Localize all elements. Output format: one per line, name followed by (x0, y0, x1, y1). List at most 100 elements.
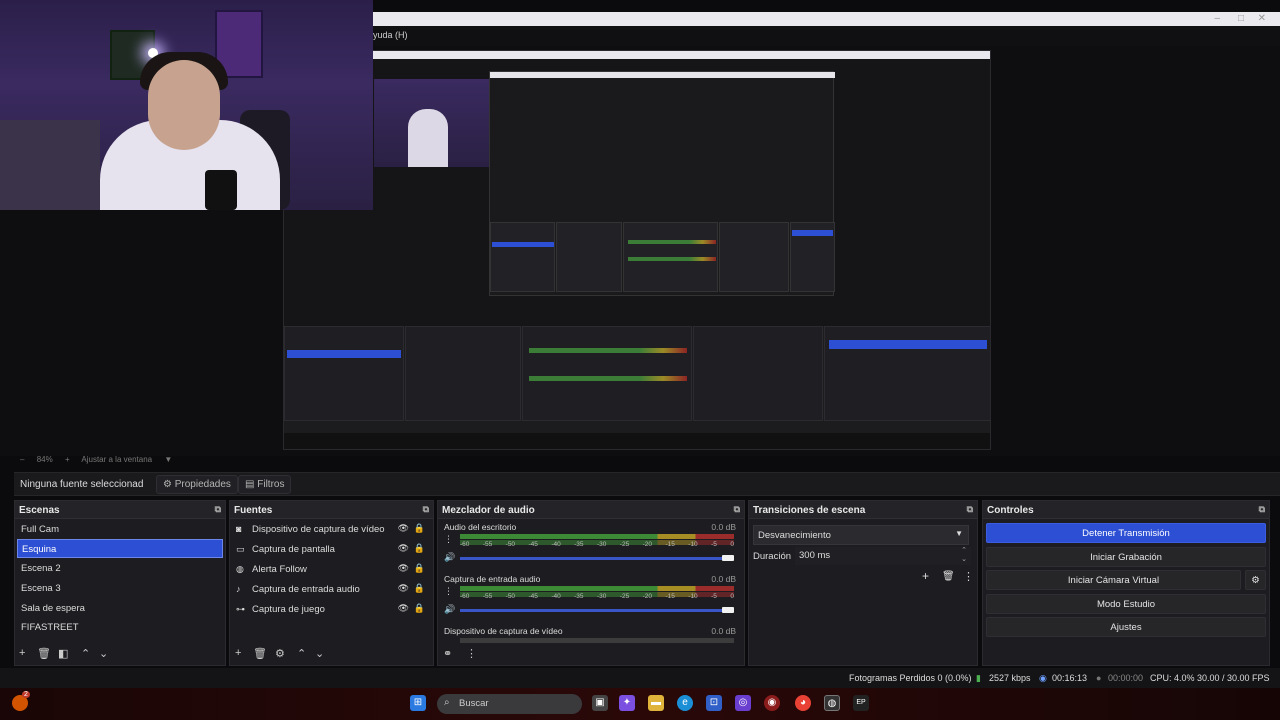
scenes-dock: Escenas ⧉ Full Cam Esquina Escena 2 Escen… (14, 500, 226, 666)
transition-select[interactable]: Desvanecimiento ▼ (753, 525, 969, 545)
chevron-down-icon[interactable]: ⌄ (315, 647, 324, 660)
properties-button[interactable]: ⚙ Propiedades (156, 475, 238, 494)
add-icon[interactable]: + (922, 569, 929, 583)
app-icon[interactable]: ◉ (764, 695, 780, 711)
dock-float-icon[interactable]: ⧉ (423, 504, 429, 515)
volume-slider[interactable] (460, 555, 734, 561)
stop-streaming-button[interactable]: Detener Transmisión (986, 523, 1266, 543)
scene-item[interactable]: Sala de espera (17, 599, 223, 618)
menu-help[interactable]: yuda (H) (373, 30, 408, 40)
eye-icon[interactable]: 👁 (398, 543, 409, 554)
webcam-overlay (0, 0, 373, 210)
lock-icon[interactable]: 🔒 (414, 583, 425, 594)
minimize-icon[interactable]: – (1214, 13, 1220, 24)
fps: 30.00 / 30.00 FPS (1197, 673, 1270, 683)
taskbar-search[interactable]: ⌕ Buscar (437, 694, 582, 714)
globe-icon: ◍ (236, 564, 244, 574)
slider-knob[interactable] (722, 555, 734, 561)
scene-item[interactable]: FIFASTREET (17, 618, 223, 637)
eye-icon[interactable]: 👁 (398, 563, 409, 574)
scene-item-selected[interactable]: Esquina (17, 539, 223, 558)
record-icon: ● (1096, 673, 1102, 683)
eye-icon[interactable]: 👁 (398, 523, 409, 534)
trash-icon[interactable]: 🗑 (942, 571, 955, 582)
chevron-up-icon[interactable]: ⌃ (297, 647, 306, 660)
chrome-icon[interactable]: ◕ (795, 695, 811, 711)
close-icon[interactable]: ✕ (1258, 13, 1266, 24)
nested-screen-capture (283, 50, 991, 450)
add-icon[interactable]: + (235, 647, 241, 659)
filters-button[interactable]: ▤ Filtros (238, 475, 292, 494)
source-item[interactable]: ♪ Captura de entrada audio 👁 🔒 (232, 580, 431, 599)
dock-float-icon[interactable]: ⧉ (734, 504, 740, 515)
link-icon[interactable]: ⚭ (443, 647, 452, 660)
filters-label: Filtros (257, 479, 285, 490)
epic-games-icon[interactable]: EP (853, 695, 869, 711)
gear-icon[interactable]: ⚙ (1245, 570, 1266, 590)
kebab-icon[interactable]: ⋮ (444, 586, 453, 597)
no-source-label: Ninguna fuente seleccionad (20, 479, 144, 490)
transition-selected: Desvanecimiento (758, 530, 831, 541)
preview-zoom-bar: – 84% + Ajustar a la ventana ▼ (14, 455, 1280, 469)
kebab-icon[interactable]: ⋮ (466, 647, 477, 660)
eye-icon[interactable]: 👁 (398, 583, 409, 594)
chevron-down-icon[interactable]: ⌄ (99, 647, 108, 660)
task-view-icon[interactable]: ▣ (592, 695, 608, 711)
folder-icon[interactable]: ▬ (648, 695, 664, 711)
lock-icon[interactable]: 🔒 (414, 563, 425, 574)
gear-icon[interactable]: ⚙ (275, 647, 285, 660)
settings-button[interactable]: Ajustes (986, 617, 1266, 637)
eye-icon[interactable]: 👁 (398, 603, 409, 614)
mixer-title: Mezclador de audio (442, 505, 535, 516)
zoom-out-button[interactable]: – (20, 455, 24, 464)
start-virtual-camera-button[interactable]: Iniciar Cámara Virtual (986, 570, 1241, 590)
start-recording-button[interactable]: Iniciar Grabación (986, 547, 1266, 567)
source-toolbar: Ninguna fuente seleccionad ⚙ Propiedades… (14, 472, 1280, 496)
kebab-icon[interactable]: ⋮ (444, 534, 453, 545)
controls-dock: Controles ⧉ Detener Transmisión Iniciar G… (982, 500, 1270, 666)
scene-item[interactable]: Escena 2 (17, 559, 223, 578)
obs-icon[interactable]: ◍ (824, 695, 840, 711)
kebab-icon[interactable]: ⋮ (963, 570, 974, 583)
chevron-up-icon[interactable]: ⌃ (961, 546, 967, 554)
store-icon[interactable]: ⊡ (706, 695, 722, 711)
dock-float-icon[interactable]: ⧉ (1259, 504, 1265, 515)
maximize-icon[interactable]: □ (1238, 13, 1244, 24)
copilot-icon[interactable]: ✦ (619, 695, 635, 711)
trash-icon[interactable]: 🗑 (253, 647, 267, 660)
add-icon[interactable]: + (19, 647, 25, 659)
lock-icon[interactable]: 🔒 (414, 543, 425, 554)
windows-start-icon[interactable]: ⊞ (410, 695, 426, 711)
chevron-up-icon[interactable]: ⌃ (81, 647, 90, 660)
slider-knob[interactable] (722, 607, 734, 613)
menu-bar: yuda (H) (373, 26, 1280, 46)
scene-item[interactable]: Escena 3 (17, 579, 223, 598)
dock-float-icon[interactable]: ⧉ (215, 504, 221, 515)
app-icon[interactable]: ◎ (735, 695, 751, 711)
chevron-down-icon[interactable]: ⌄ (961, 555, 967, 563)
filter-icon[interactable]: ◧ (58, 647, 68, 660)
search-icon: ⌕ (444, 697, 450, 708)
source-item[interactable]: ◙ Dispositivo de captura de vídeo 👁 🔒 (232, 520, 431, 539)
chevron-down-icon[interactable]: ▼ (164, 455, 172, 464)
fit-to-window-option[interactable]: Ajustar a la ventana (81, 455, 152, 464)
source-item[interactable]: ⊶ Captura de juego 👁 🔒 (232, 600, 431, 619)
dock-float-icon[interactable]: ⧉ (967, 504, 973, 515)
source-item[interactable]: ▭ Captura de pantalla 👁 🔒 (232, 540, 431, 559)
volume-slider[interactable] (460, 607, 734, 613)
zoom-in-button[interactable]: + (65, 455, 70, 464)
lock-icon[interactable]: 🔒 (414, 523, 425, 534)
scenes-title: Escenas (19, 505, 60, 516)
edge-icon[interactable]: e (677, 695, 693, 711)
duration-spinbox[interactable]: 300 ms ⌃ ⌄ (795, 547, 971, 565)
scene-item[interactable]: Full Cam (17, 520, 223, 539)
channel-name: Dispositivo de captura de vídeo (444, 626, 563, 636)
chevron-down-icon: ▼ (955, 529, 963, 538)
microphone (205, 170, 237, 210)
source-item[interactable]: ◍ Alerta Follow 👁 🔒 (232, 560, 431, 579)
trash-icon[interactable]: 🗑 (37, 647, 51, 660)
speaker-icon[interactable]: 🔊 (444, 552, 455, 563)
lock-icon[interactable]: 🔒 (414, 603, 425, 614)
speaker-icon[interactable]: 🔊 (444, 604, 455, 615)
studio-mode-button[interactable]: Modo Estudio (986, 594, 1266, 614)
